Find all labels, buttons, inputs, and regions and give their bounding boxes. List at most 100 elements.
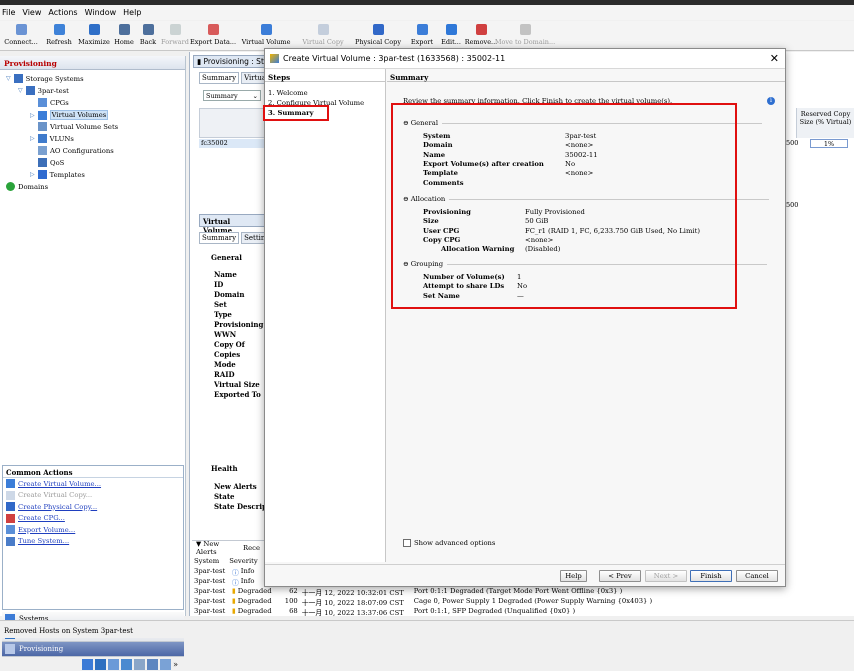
systems-small-icon[interactable] [82,658,94,670]
tab-summary-bg[interactable]: Summary [199,72,240,84]
ao-config-icon [38,146,47,155]
action-export-volume[interactable]: Export Volume... [3,524,183,536]
forward-button[interactable]: Forward [160,21,190,50]
nav-provisioning[interactable]: Provisioning [2,642,184,657]
col-severity[interactable]: Severity [229,557,258,565]
alert-text: Port 0:1:1, SFP Degraded (Unqualified {0… [413,607,576,615]
collapsed-chevron-icon[interactable]: ▷ [30,171,35,178]
tree-item-ao-configurations[interactable]: AO Configurations [30,146,114,155]
remove-button[interactable]: Remove... [464,21,498,50]
nav-label: Provisioning [19,645,64,653]
action-create-virtual-volume[interactable]: Create Virtual Volume... [3,478,183,490]
domains-icon [6,182,15,191]
virtual-copy-button[interactable]: Virtual Copy [296,21,350,50]
tree-item-cpgs[interactable]: CPGs [30,98,69,107]
events-small-icon[interactable] [121,658,133,670]
forward-icon [169,24,181,35]
tab-new-alerts[interactable]: ▼ New Alerts [196,540,239,556]
table-row[interactable]: 3par-test ▮ Degraded 100 十一月 10, 2022 18:07:… [194,597,652,607]
prev-button[interactable]: < Prev [599,570,641,582]
highlight-box-summary [391,103,737,309]
hosts-small-icon[interactable] [95,658,107,670]
filter-select[interactable]: Summary ⌄ [203,90,261,101]
detail-field-id: ID [214,280,224,289]
move-domain-button[interactable]: Move to Domain... [495,21,555,50]
menu-actions[interactable]: Actions [48,8,77,17]
action-icon [6,525,15,535]
refresh-button[interactable]: Refresh [42,21,76,50]
tab-recent[interactable]: Rece [243,544,260,552]
alert-time: 十一月 12, 2022 10:32:01 CST [301,589,404,597]
close-icon[interactable]: ✕ [770,52,779,65]
menu-view[interactable]: View [22,8,41,17]
menu-file[interactable]: File [2,8,15,17]
toolbar-label: Home [114,38,134,46]
settings-small-icon[interactable] [134,658,146,670]
detail-field-copy-of: Copy Of [214,340,245,349]
menu-window[interactable]: Window [85,8,117,17]
tree-item-vluns[interactable]: ▷ VLUNs [30,134,74,143]
table-row[interactable]: 3par-test ▮ Degraded 68 十一月 10, 2022 13:37:0… [194,607,575,617]
cancel-button[interactable]: Cancel [736,570,778,582]
advanced-options-checkbox[interactable] [403,539,411,547]
create-virtual-volume-dialog: Create Virtual Volume : 3par-test (16335… [263,48,786,587]
action-create-physical-copy[interactable]: Create Physical Copy... [3,501,183,513]
help-button[interactable]: Help [560,570,587,582]
col-system[interactable]: System [194,557,219,565]
tab-detail-summary[interactable]: Summary [199,232,240,244]
domains-small-icon[interactable] [160,658,172,670]
virtual-volume-button[interactable]: Virtual Volume [236,21,296,50]
tree-item-qos[interactable]: QoS [30,158,64,167]
back-button[interactable]: Back [136,21,160,50]
physical-copy-button[interactable]: Physical Copy [350,21,406,50]
detail-field-wwn: WWN [214,330,237,339]
reports-small-icon[interactable] [108,658,120,670]
tree-label: Templates [49,170,85,179]
security-small-icon[interactable] [147,658,159,670]
tree-item-templates[interactable]: ▷ Templates [30,170,85,179]
finish-button[interactable]: Finish [690,570,732,582]
edit-button[interactable]: Edit... [438,21,464,50]
toolbar-label: Remove... [464,38,498,46]
next-button[interactable]: Next > [645,570,687,582]
collapsed-chevron-icon[interactable]: ▷ [30,135,35,142]
toolbar-label: Back [139,38,157,46]
advanced-options[interactable]: Show advanced options [403,539,495,547]
action-tune-system[interactable]: Tune System... [3,536,183,548]
export-data-button[interactable]: Export Data... [190,21,236,50]
menu-help[interactable]: Help [123,8,141,17]
export-button[interactable]: Export [406,21,438,50]
table-row[interactable]: 3par-test ▮ Degraded 62 十一月 12, 2022 10:32:0… [194,587,622,597]
info-icon[interactable]: i [767,97,775,105]
maximize-button[interactable]: Maximize [76,21,112,50]
more-chevron-icon[interactable]: » [173,660,178,669]
action-create-cpg[interactable]: Create CPG... [3,513,183,525]
cpg-icon [38,98,47,107]
tree-item-virtual-volumes[interactable]: ▷ Virtual Volumes [30,110,109,120]
connect-button[interactable]: Connect... [0,21,42,50]
chevron-down-icon: ⌄ [252,92,258,100]
detail-general-heading: General [211,253,242,262]
vlun-icon [37,134,47,143]
expanded-chevron-icon[interactable]: ▽ [6,75,11,82]
connect-icon [15,24,27,35]
alert-system: 3par-test [194,587,226,595]
tree-label: Storage Systems [25,74,84,83]
step-welcome[interactable]: 1. Welcome [268,89,308,97]
tree-item-3par-test[interactable]: ▽ 3par-test [18,86,69,95]
home-icon [118,24,130,35]
tree-item-virtual-volume-sets[interactable]: Virtual Volume Sets [30,122,118,131]
detail-field-set: Set [214,300,227,309]
tree-item-storage-systems[interactable]: ▽ Storage Systems [6,74,84,83]
action-create-virtual-copy[interactable]: Create Virtual Copy... [3,490,183,502]
virtual-volume-icon [260,24,272,35]
steps-panel: Steps 1. Welcome 2. Configure Virtual Vo… [263,69,386,562]
tree-item-domains[interactable]: Domains [6,182,48,191]
action-label: Export Volume... [18,525,76,534]
collapsed-chevron-icon[interactable]: ▷ [30,112,35,119]
warning-icon: ▮ [232,597,236,605]
expanded-chevron-icon[interactable]: ▽ [18,87,23,94]
home-button[interactable]: Home [112,21,136,50]
export-icon [416,24,428,35]
table-row[interactable]: fc35002 [199,139,265,148]
